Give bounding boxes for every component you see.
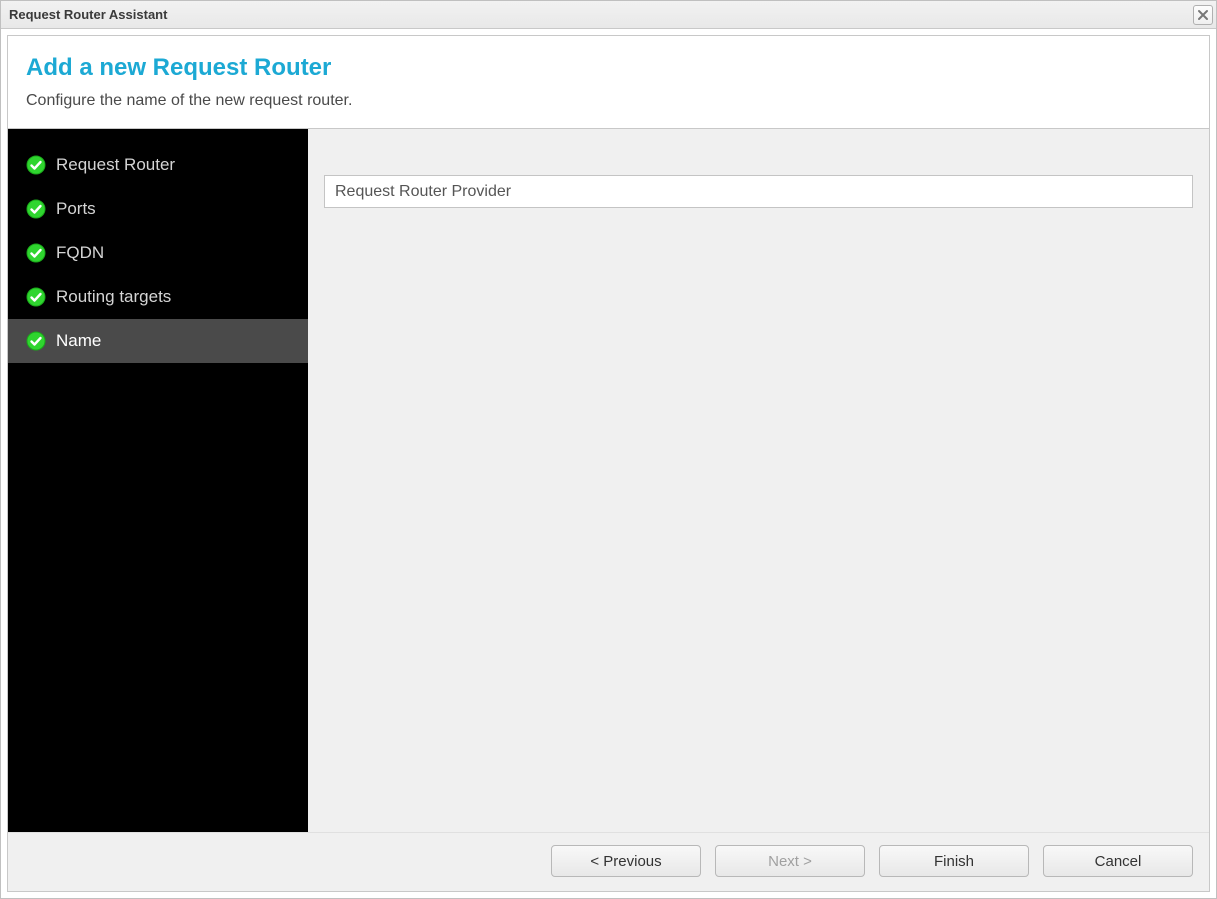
finish-button[interactable]: Finish	[879, 845, 1029, 877]
titlebar: Request Router Assistant	[1, 1, 1216, 29]
step-routing-targets[interactable]: Routing targets	[8, 275, 308, 319]
wizard-steps-sidebar: Request Router Ports FQDN	[8, 129, 308, 832]
cancel-button[interactable]: Cancel	[1043, 845, 1193, 877]
step-fqdn[interactable]: FQDN	[8, 231, 308, 275]
check-icon	[26, 243, 46, 263]
router-name-input[interactable]	[324, 175, 1193, 208]
step-name[interactable]: Name	[8, 319, 308, 363]
dialog-inner: Add a new Request Router Configure the n…	[7, 35, 1210, 892]
check-icon	[26, 287, 46, 307]
wizard-title: Add a new Request Router	[26, 54, 1191, 82]
step-ports[interactable]: Ports	[8, 187, 308, 231]
request-router-assistant-dialog: Request Router Assistant Add a new Reque…	[0, 0, 1217, 899]
next-button[interactable]: Next >	[715, 845, 865, 877]
check-icon	[26, 199, 46, 219]
close-icon	[1197, 9, 1209, 21]
step-label: FQDN	[56, 243, 104, 263]
step-label: Ports	[56, 199, 96, 219]
wizard-footer: < Previous Next > Finish Cancel	[8, 832, 1209, 891]
check-icon	[26, 155, 46, 175]
wizard-content	[308, 129, 1209, 832]
close-button[interactable]	[1193, 5, 1213, 25]
previous-button[interactable]: < Previous	[551, 845, 701, 877]
wizard-subtitle: Configure the name of the new request ro…	[26, 92, 1191, 110]
step-label: Routing targets	[56, 287, 171, 307]
wizard-body: Request Router Ports FQDN	[8, 129, 1209, 832]
step-request-router[interactable]: Request Router	[8, 143, 308, 187]
step-label: Name	[56, 331, 101, 351]
step-label: Request Router	[56, 155, 175, 175]
check-icon	[26, 331, 46, 351]
dialog-title: Request Router Assistant	[9, 7, 167, 22]
wizard-header: Add a new Request Router Configure the n…	[8, 36, 1209, 129]
